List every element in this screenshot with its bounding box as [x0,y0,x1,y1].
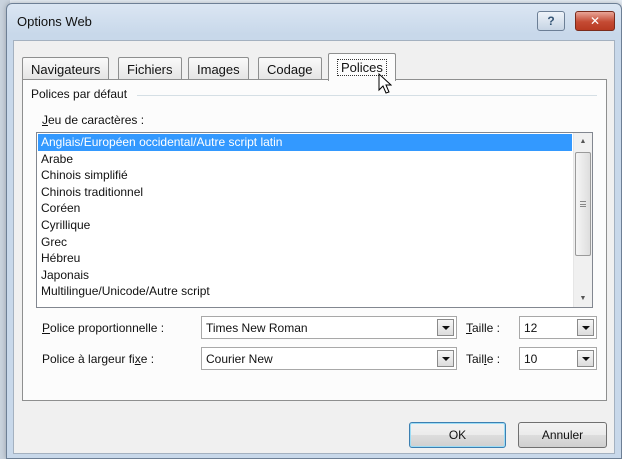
list-item[interactable]: Anglais/Européen occidental/Autre script… [38,134,572,151]
charset-listbox[interactable]: Anglais/Européen occidental/Autre script… [36,132,593,308]
list-item[interactable]: Cyrillique [38,217,572,234]
tab-images[interactable]: Images [188,57,249,80]
cancel-button-label: Annuler [541,428,584,442]
scroll-thumb[interactable] [575,152,591,256]
dropdown-arrow-icon[interactable] [577,319,594,336]
fixed-size-value: 10 [524,352,538,366]
help-icon: ? [547,14,555,28]
default-fonts-group-label: Polices par défaut [31,87,132,101]
fixed-font-label: Police à largeur fixe : [42,352,155,366]
ok-button[interactable]: OK [409,422,506,448]
fixed-font-select[interactable]: Courier New [201,347,457,370]
tab-label: Images [197,61,240,77]
scroll-down-arrow-icon[interactable]: ▼ [574,290,592,307]
list-item[interactable]: Chinois traditionnel [38,184,572,201]
list-item[interactable]: Coréen [38,200,572,217]
proportional-font-select[interactable]: Times New Roman [201,316,457,339]
list-item[interactable]: Hébreu [38,250,572,267]
fixed-size-select[interactable]: 10 [519,347,597,370]
fixed-size-label: Taille : [466,352,501,366]
charset-scrollbar[interactable]: ▲ ▼ [573,133,592,307]
scroll-up-arrow-icon[interactable]: ▲ [574,133,592,150]
list-item[interactable]: Japonais [38,267,572,284]
tab-fichiers[interactable]: Fichiers [118,57,182,80]
dialog-title: Options Web [17,14,92,29]
grip-icon [580,201,586,207]
tab-codage[interactable]: Codage [258,57,322,80]
ok-button-label: OK [448,428,467,442]
proportional-size-select[interactable]: 12 [519,316,597,339]
tab-navigateurs[interactable]: Navigateurs [22,57,110,80]
list-item[interactable]: Chinois simplifié [38,167,572,184]
list-item[interactable]: Arabe [38,151,572,168]
close-button[interactable]: ✕ [575,11,615,31]
tab-label: Navigateurs [31,61,101,77]
dialog-body: Navigateurs Fichiers Images Codage Polic… [13,40,615,454]
tab-label: Codage [267,61,313,77]
mouse-pointer-icon [378,73,392,94]
fixed-font-value: Courier New [206,352,273,366]
proportional-size-label: Taille : [466,321,501,335]
list-item[interactable]: Grec [38,234,572,251]
close-icon: ✕ [589,14,601,28]
proportional-size-value: 12 [524,321,538,335]
list-item[interactable]: Multilingue/Unicode/Autre script [38,283,572,300]
charset-label: Jeu de caractères : [42,113,145,127]
proportional-font-value: Times New Roman [206,321,308,335]
charset-list: Anglais/Européen occidental/Autre script… [38,134,572,300]
polices-tab-panel: Polices par défaut Jeu de caractères : A… [22,79,607,401]
title-bar[interactable]: Options Web ? ✕ [7,4,621,40]
group-divider [137,95,597,96]
proportional-font-label: Police proportionnelle : [42,321,165,335]
options-web-dialog: Options Web ? ✕ Navigateurs Fichiers Ima… [6,3,622,459]
dropdown-arrow-icon[interactable] [437,319,454,336]
cancel-button[interactable]: Annuler [518,422,607,448]
dropdown-arrow-icon[interactable] [577,350,594,367]
dropdown-arrow-icon[interactable] [437,350,454,367]
tab-label: Fichiers [127,61,173,77]
help-button[interactable]: ? [537,11,565,31]
